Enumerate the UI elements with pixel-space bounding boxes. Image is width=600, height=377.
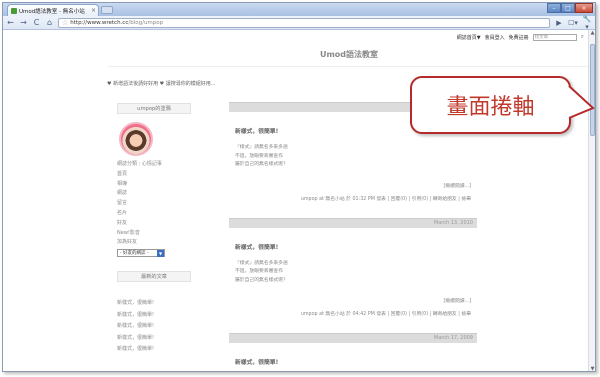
post-text: 不過，放眼要丟審查作 — [235, 269, 283, 274]
tab-close-icon[interactable]: × — [91, 7, 96, 14]
recent-post-link[interactable]: 新樣式，很簡單! — [117, 321, 191, 333]
recent-posts-heading: 最新的文章 — [117, 271, 191, 283]
reload-icon[interactable]: C — [32, 18, 41, 27]
sidebar-link[interactable]: 名片 — [117, 209, 191, 219]
recent-post-link[interactable]: 新樣式，很簡單! — [117, 344, 191, 356]
header-divider — [108, 66, 588, 67]
post-title[interactable]: 新樣式，很簡單! — [235, 357, 471, 366]
back-icon[interactable]: ← — [6, 18, 15, 27]
post-footer: umpop at 無名小站 於 01:32 PM 發表 | 回覆(0) | 引用… — [300, 196, 471, 202]
topnav-register[interactable]: 免費註冊 — [509, 34, 529, 41]
sidebar-link[interactable]: 好友 — [117, 219, 191, 229]
read-more-link[interactable]: [繼續閱讀...] — [235, 297, 471, 304]
scroll-down-icon[interactable]: ▼ — [589, 366, 595, 371]
page-scrollbar[interactable]: ▲ ▼ — [588, 30, 595, 371]
post-text: 屬於自己的無名樣式呢？ — [235, 277, 288, 283]
post-text: 屬於自己的無名樣式呢？ — [235, 162, 288, 167]
chevron-down-icon[interactable]: ▼ — [157, 250, 164, 258]
sidebar-link[interactable]: 相簿 — [117, 180, 191, 190]
home-icon[interactable]: ⌂ — [45, 18, 54, 27]
post-text: 『樣式』請無名多來多語 — [235, 145, 288, 150]
callout-arrow-icon — [567, 85, 595, 119]
sidebar-link[interactable]: New!影音 — [117, 229, 191, 239]
minimize-button[interactable]: – — [547, 3, 561, 13]
topnav-login[interactable]: 會員登入 — [485, 34, 505, 41]
blog-post: 新樣式，很簡單! 『樣式』請無名多來多語 不過，放眼要丟審查作 屬於自己的無名樣… — [229, 228, 477, 334]
main-column: 新樣式，很簡單! 『樣式』請無名多來多語 不過，放眼要丟審查作 屬於自己的無名樣… — [229, 102, 477, 371]
post-date-bar: March 17, 2009 — [229, 333, 477, 343]
url-path: /blog/umpop — [128, 19, 164, 26]
recent-post-link[interactable]: 新樣式，很簡單! — [117, 298, 191, 310]
title-bar: Umod語法教室 - 無名小站 × – □ × — [3, 3, 595, 16]
maximize-button[interactable]: □ — [561, 3, 575, 13]
select-value: - 好友的網誌 - — [120, 251, 149, 257]
topnav-blog-home[interactable]: 網誌首頁▼ — [457, 34, 481, 41]
callout-text: 畫面捲軸 — [446, 95, 535, 120]
new-tab-button[interactable] — [101, 6, 113, 14]
post-text: 不過，放眼要丟審查作 — [235, 153, 283, 159]
site-top-nav: 網誌首頁▼ 會員登入 免費註冊 找文章 ⌕ — [457, 33, 584, 41]
scroll-up-icon[interactable]: ▲ — [589, 30, 595, 37]
site-title: Umod語法教室 — [319, 50, 379, 59]
browser-toolbar: ← → C ⌂ ☆ http://www.wretch.cc/blog/umpo… — [3, 15, 595, 31]
read-more-link[interactable]: [繼續閱讀...] — [235, 182, 471, 189]
sidebar-link[interactable]: 留言 — [117, 199, 191, 209]
site-tagline: ♥ 新增語法後請好好用 ♥ 讓搜尋你的模組好用... — [107, 81, 216, 87]
url-host: http://www.wretch.cc — [70, 19, 129, 26]
search-input[interactable]: 找文章 — [532, 33, 577, 41]
post-footer: umpop at 無名小站 於 04:42 PM 發表 | 回覆(0) | 引用… — [300, 312, 471, 317]
sidebar: umpop的塗鴉 網誌分類 : 心情記事 首頁 相簿 網誌 留言 名片 好友 N… — [117, 103, 191, 356]
tools-menu-icon[interactable]: 🔧▾ — [582, 15, 592, 31]
browser-window: Umod語法教室 - 無名小站 × – □ × ← → C ⌂ ☆ http:/… — [2, 2, 596, 372]
search-icon[interactable]: ⌕ — [581, 33, 584, 41]
recent-post-link[interactable]: 新樣式，很簡單! — [117, 310, 191, 322]
annotation-callout: 畫面捲軸 — [410, 76, 571, 134]
sidebar-link[interactable]: 網誌 — [117, 189, 191, 199]
post-text: 『樣式』請無名多來多語 — [235, 260, 288, 266]
recent-post-link[interactable]: 新樣式，很簡單! — [117, 333, 191, 345]
sidebar-link[interactable]: 加為好友 — [117, 238, 191, 248]
forward-icon[interactable]: → — [19, 18, 28, 27]
sidebar-link[interactable]: 網誌分類 : 心情記事 — [117, 160, 191, 170]
go-icon[interactable]: ▶ — [554, 19, 564, 27]
url-text: http://www.wretch.cc/blog/umpop — [70, 20, 163, 26]
sidebar-link[interactable]: 首頁 — [117, 170, 191, 180]
profile-heading: umpop的塗鴉 — [117, 103, 191, 114]
post-date-bar: March 13, 2010 — [229, 217, 477, 228]
post-title[interactable]: 新樣式，很簡單! — [235, 242, 471, 251]
avatar[interactable] — [119, 122, 153, 156]
bookmark-star-icon[interactable]: ☆ — [62, 19, 68, 27]
tab-title: Umod語法教室 - 無名小站 — [19, 8, 85, 15]
close-window-button[interactable]: × — [575, 3, 593, 13]
window-controls: – □ × — [547, 3, 593, 13]
browser-tab[interactable]: Umod語法教室 - 無名小站 × — [7, 4, 99, 16]
site-favicon-icon — [11, 7, 17, 14]
address-bar[interactable]: ☆ http://www.wretch.cc/blog/umpop — [58, 17, 550, 28]
page-menu-icon[interactable]: ☐▾ — [568, 19, 578, 27]
blog-post: 新樣式，很簡單! — [229, 343, 477, 371]
friends-blog-select[interactable]: - 好友的網誌 - ▼ — [117, 249, 165, 258]
